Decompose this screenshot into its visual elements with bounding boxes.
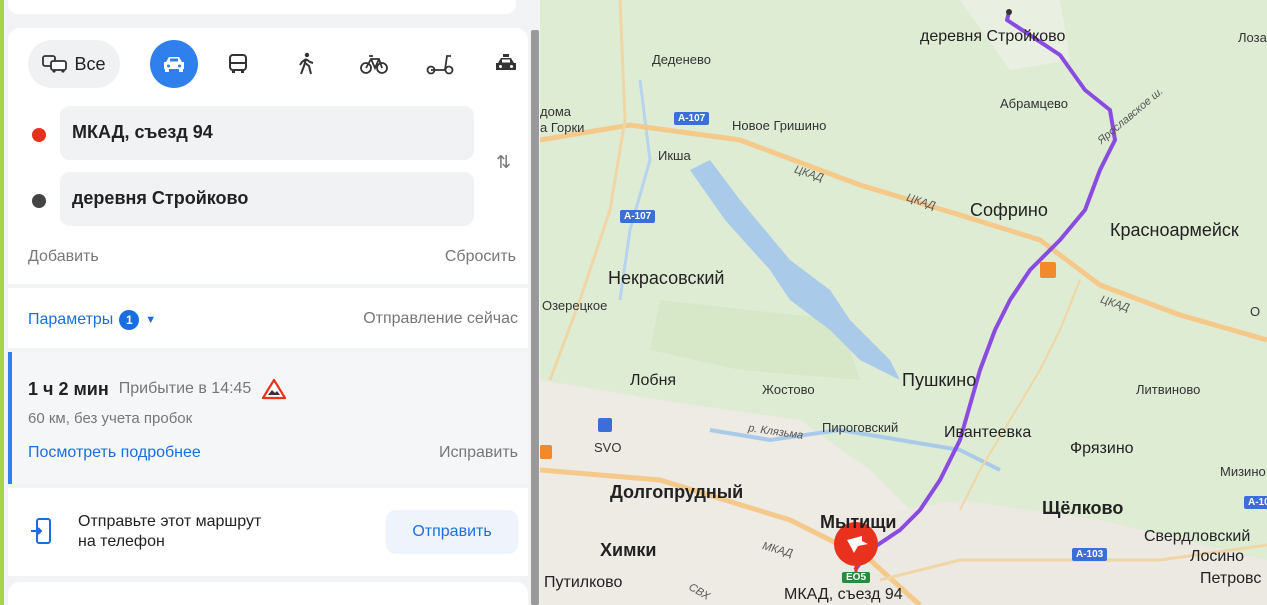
map-label-krasnoarmeysk: Красноармейск — [1110, 220, 1239, 240]
local-road — [959, 279, 1081, 511]
selected-route-indicator — [8, 352, 12, 484]
map-label-zhostovo: Жостово — [762, 382, 815, 397]
send-to-phone-card: Отправьте этот маршрут на телефон Отправ… — [8, 488, 528, 576]
add-point-link[interactable]: Добавить — [28, 248, 99, 266]
highway-badge-a103-2: А-103 — [1072, 548, 1108, 561]
map-label-iksha: Икша — [658, 148, 691, 163]
map-label-doma: дома — [540, 104, 571, 119]
fix-route-link[interactable]: Исправить — [439, 444, 518, 462]
map-label-dolgoprudny: Долгопрудный — [610, 482, 744, 502]
map-label-abramtsevo: Абрамцево — [1000, 96, 1069, 111]
airport-icon — [598, 418, 612, 432]
route-duration: 1 ч 2 мин — [28, 378, 109, 399]
map-label-ozeretskoe: Озерецкое — [542, 298, 608, 313]
mode-taxi-button[interactable] — [482, 40, 530, 88]
search-card-edge — [8, 0, 516, 14]
car-icon — [164, 57, 184, 72]
map-label-lobnya: Лобня — [630, 372, 677, 389]
mode-scooter-button[interactable] — [416, 40, 464, 88]
map-label-putilkovo: Путилково — [544, 574, 623, 591]
a107-road — [548, 0, 627, 381]
end-point-marker — [1006, 9, 1012, 15]
mode-all-label: Все — [74, 53, 106, 74]
params-toggle[interactable]: Параметры 1 ▼ — [28, 310, 156, 330]
mode-walk-button[interactable] — [282, 40, 330, 88]
reset-link[interactable]: Сбросить — [445, 248, 516, 266]
next-card-edge — [8, 582, 528, 605]
map-label-gorki: а Горки — [540, 120, 585, 135]
swap-arrows-icon: ⇅ — [496, 152, 512, 172]
map-label-stroikovo: деревня Стройково — [920, 28, 1066, 45]
params-label: Параметры — [28, 311, 114, 328]
exit-badge: ЕО5 — [842, 572, 871, 583]
panel-accent-border — [0, 0, 4, 605]
taxi-icon — [496, 54, 516, 70]
mode-bike-button[interactable] — [350, 40, 398, 88]
highway-badge-a107-2: А-107 — [620, 210, 656, 223]
route-params-row: Параметры 1 ▼ Отправление сейчас — [8, 288, 528, 348]
bus-icon — [229, 54, 247, 73]
start-point-dot — [32, 128, 46, 142]
mode-car-button[interactable] — [150, 40, 198, 88]
departure-time-select[interactable]: Отправление сейчас — [363, 310, 518, 328]
panel-scrollbar[interactable] — [531, 30, 539, 605]
send-text-line1: Отправьте этот маршрут — [78, 513, 262, 530]
route-details-link[interactable]: Посмотреть подробнее — [28, 444, 201, 462]
map-label-pushkino: Пушкино — [902, 370, 977, 390]
params-count-badge: 1 — [119, 310, 140, 330]
route-builder-card: Все МКАД, съезд 94 деревня Стройково ⇅ Д… — [8, 28, 528, 284]
map-label-mizino: Мизино — [1220, 464, 1266, 479]
bicycle-icon — [360, 55, 388, 74]
map-label-shchelkovo: Щёлково — [1042, 498, 1124, 518]
map-label-khimki: Химки — [600, 540, 657, 560]
fuel-station-icon — [1040, 262, 1056, 278]
send-text-line2: на телефон — [78, 533, 165, 550]
highway-badge-a107: А-107 — [674, 112, 710, 125]
map-label-sofrino: Софрино — [970, 200, 1048, 220]
route-option-card[interactable]: 1 ч 2 мин Прибытие в 14:45 60 км, без уч… — [8, 352, 528, 484]
map-view[interactable]: деревня Стройково Деденево Лоза Абрамцев… — [540, 0, 1267, 605]
chevron-down-icon: ▼ — [145, 314, 157, 326]
walking-icon — [299, 52, 314, 75]
map-label-pirogovsky: Пироговский — [822, 420, 899, 435]
route-distance: 60 км, без учета пробок — [28, 410, 193, 427]
highway-badge-a103: А-103 — [1244, 496, 1267, 509]
map-label-svo: SVO — [594, 440, 622, 455]
route-to-input[interactable]: деревня Стройково — [60, 172, 474, 226]
route-from-input[interactable]: МКАД, съезд 94 — [60, 106, 474, 160]
scooter-icon — [426, 55, 454, 75]
route-arrival: Прибытие в 14:45 — [118, 380, 252, 397]
map-label-novoe-grishino: Новое Гришино — [732, 118, 827, 133]
map-label-mkad-exit-94: МКАД, съезд 94 — [784, 586, 903, 603]
end-point-dot — [32, 194, 46, 208]
map-label-fryazino: Фрязино — [1070, 440, 1134, 457]
route-panel: Все МКАД, съезд 94 деревня Стройково ⇅ Д… — [0, 0, 540, 605]
swap-points-button[interactable]: ⇅ — [496, 152, 511, 173]
map-label-o: О — [1250, 304, 1261, 319]
multi-transport-icon — [42, 55, 68, 73]
poi-marker-icon — [540, 445, 552, 459]
map-label-sverdlovsky: Свердловский — [1144, 528, 1251, 545]
send-button[interactable]: Отправить — [386, 510, 518, 554]
warning-triangle-icon — [262, 378, 287, 400]
phone-send-icon — [31, 518, 51, 544]
map-label-nekrasovsky: Некрасовский — [608, 268, 725, 288]
mode-all-button[interactable]: Все — [28, 40, 120, 88]
mode-bus-button[interactable] — [214, 40, 262, 88]
map-label-petrovsk: Петровс — [1200, 570, 1262, 587]
map-label-litvinovo: Литвиново — [1136, 382, 1201, 397]
map-label-dedenevo: Деденево — [652, 52, 711, 67]
map-label-losino: Лосино — [1190, 548, 1245, 565]
map-label-ivanteevka: Ивантеевка — [944, 424, 1032, 441]
map-label-mytishchi: Мытищи — [820, 512, 897, 532]
map-label-loza: Лоза — [1238, 30, 1267, 45]
